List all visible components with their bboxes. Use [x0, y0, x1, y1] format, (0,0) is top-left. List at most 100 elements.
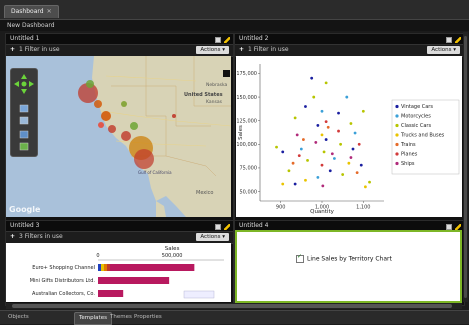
- data-point[interactable]: [324, 120, 328, 124]
- map-type-icon[interactable]: [19, 130, 29, 139]
- bubble[interactable]: [172, 114, 176, 118]
- data-point[interactable]: [337, 111, 340, 115]
- add-filter-icon[interactable]: +: [10, 46, 15, 53]
- data-point[interactable]: [281, 150, 285, 154]
- bubble[interactable]: [101, 111, 111, 121]
- add-filter-icon[interactable]: +: [239, 46, 244, 53]
- legend-entry[interactable]: Trains: [400, 142, 416, 148]
- data-point[interactable]: [345, 95, 349, 99]
- data-point[interactable]: [347, 161, 351, 165]
- scroll-thumb[interactable]: [464, 36, 467, 298]
- data-point[interactable]: [304, 105, 307, 108]
- data-point[interactable]: [364, 185, 367, 189]
- data-point[interactable]: [299, 147, 303, 151]
- pan-down-icon[interactable]: [21, 89, 27, 94]
- add-filter-icon[interactable]: +: [10, 233, 15, 240]
- bar[interactable]: [98, 277, 170, 284]
- data-point[interactable]: [320, 163, 324, 167]
- data-point[interactable]: [287, 169, 291, 173]
- data-point[interactable]: [275, 145, 278, 149]
- data-point[interactable]: [314, 141, 318, 144]
- satellite-icon[interactable]: [19, 142, 29, 151]
- data-point[interactable]: [304, 178, 307, 182]
- data-points[interactable]: [275, 76, 371, 189]
- window-icon[interactable]: [215, 36, 221, 43]
- bubble[interactable]: [94, 100, 102, 108]
- pencil-icon[interactable]: [224, 223, 230, 230]
- data-point[interactable]: [320, 133, 324, 137]
- data-point[interactable]: [355, 171, 359, 175]
- filter-status[interactable]: 1 Filter in use: [248, 46, 289, 53]
- legend-entry[interactable]: Motorcycles: [401, 114, 431, 120]
- data-point[interactable]: [281, 182, 285, 186]
- bar-segment[interactable]: [98, 264, 101, 271]
- center-icon[interactable]: [21, 81, 27, 87]
- actions-button[interactable]: Actions ▾: [196, 233, 229, 241]
- bubble[interactable]: [98, 122, 104, 128]
- data-point[interactable]: [368, 180, 371, 184]
- bubble[interactable]: [130, 122, 138, 130]
- bar[interactable]: [98, 290, 124, 297]
- bubble[interactable]: [121, 101, 127, 107]
- pan-right-icon[interactable]: [29, 81, 34, 87]
- data-point[interactable]: [341, 173, 345, 176]
- pencil-icon[interactable]: [224, 36, 230, 43]
- window-icon[interactable]: [215, 223, 221, 230]
- legend-entry[interactable]: Classic Cars: [401, 123, 431, 129]
- data-point[interactable]: [339, 142, 342, 146]
- bubble[interactable]: [86, 80, 94, 88]
- zoom-out-icon[interactable]: [19, 116, 29, 125]
- pencil-icon[interactable]: [455, 36, 461, 43]
- legend-entry[interactable]: Vintage Cars: [401, 104, 433, 110]
- bar-segment[interactable]: [101, 264, 104, 271]
- data-point[interactable]: [357, 142, 361, 146]
- panel-4-content[interactable]: Line Sales by Territory Chart: [235, 230, 462, 303]
- data-point[interactable]: [349, 122, 353, 125]
- bar-rows[interactable]: Euro+ Shopping Channel Mini Gifts Distrib…: [30, 264, 195, 297]
- map-view[interactable]: United States Nebraska Kansas Mexico Gul…: [6, 56, 231, 217]
- data-point[interactable]: [322, 150, 326, 154]
- data-point[interactable]: [361, 109, 365, 113]
- pan-up-icon[interactable]: [21, 74, 27, 79]
- data-point[interactable]: [312, 95, 316, 99]
- filter-status[interactable]: 3 Filters in use: [19, 233, 63, 240]
- data-point[interactable]: [297, 154, 301, 158]
- horizontal-scrollbar[interactable]: [6, 303, 462, 309]
- window-icon[interactable]: [446, 36, 452, 43]
- bar[interactable]: [98, 264, 195, 271]
- data-point[interactable]: [326, 125, 330, 129]
- checkbox-icon[interactable]: [296, 253, 304, 263]
- data-point[interactable]: [291, 161, 295, 165]
- objects-label[interactable]: Objects: [4, 312, 33, 323]
- filter-status[interactable]: 1 Filter in use: [19, 46, 60, 53]
- scatter-chart[interactable]: 50,000 75,000 100,000 125,000 150,000 175,000…: [236, 56, 462, 217]
- data-point[interactable]: [320, 109, 324, 113]
- legend-entry[interactable]: Planes: [401, 152, 418, 158]
- data-point[interactable]: [359, 163, 363, 167]
- tab-properties[interactable]: Properties: [130, 312, 166, 323]
- tab-dashboard[interactable]: Dashboard ✕: [4, 5, 59, 18]
- bubble[interactable]: [134, 149, 154, 169]
- pencil-icon[interactable]: [455, 223, 461, 230]
- data-point[interactable]: [293, 182, 297, 186]
- vertical-scrollbar[interactable]: [463, 32, 468, 302]
- legend[interactable]: Vintage Cars Motorcycles Classic Cars Truck…: [391, 99, 460, 175]
- pan-left-icon[interactable]: [14, 81, 19, 87]
- legend-entry[interactable]: Trucks and Buses: [400, 133, 445, 139]
- bar-segment[interactable]: [107, 264, 110, 271]
- data-point[interactable]: [302, 138, 305, 141]
- map-expand-button[interactable]: [223, 70, 230, 77]
- data-point[interactable]: [316, 175, 320, 179]
- bubble[interactable]: [108, 125, 116, 133]
- map-navigation-control[interactable]: [10, 68, 38, 157]
- data-point[interactable]: [330, 152, 334, 156]
- bubble[interactable]: [121, 131, 131, 141]
- data-point[interactable]: [310, 76, 314, 80]
- data-point[interactable]: [293, 116, 297, 120]
- data-point[interactable]: [349, 156, 353, 159]
- data-point[interactable]: [351, 147, 355, 151]
- window-icon[interactable]: [446, 223, 452, 230]
- bar-chart[interactable]: Sales 0 500,000 Euro+ Shopping Channel Min…: [6, 243, 231, 302]
- legend-entry[interactable]: Ships: [401, 161, 415, 167]
- scroll-thumb[interactable]: [12, 304, 452, 308]
